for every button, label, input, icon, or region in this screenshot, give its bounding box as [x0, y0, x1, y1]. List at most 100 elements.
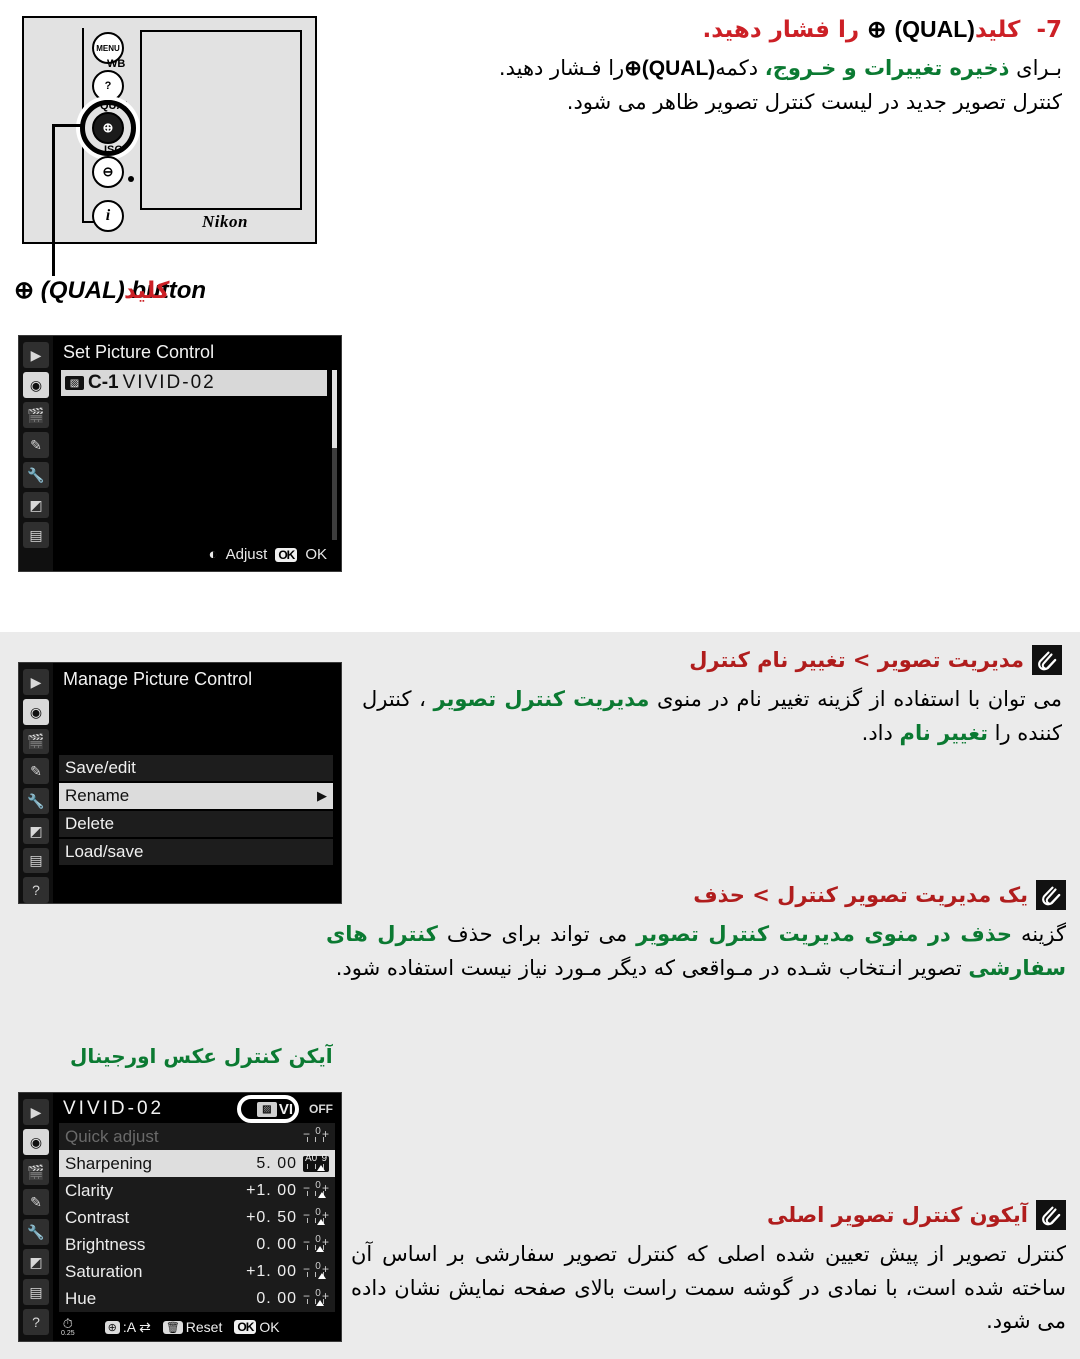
original-picture-control-highlight-ring	[237, 1095, 299, 1123]
slider-zero-label: 0	[315, 1233, 321, 1245]
setting-row-sharpening[interactable]: Sharpening 5. 00 A0 9	[59, 1150, 335, 1177]
note-rename-body: می توان با استفاده از گزینه تغییر نام در…	[362, 683, 1062, 750]
pencil-icon[interactable]: ✎	[23, 432, 49, 458]
manual-page: 7- کلید(QUAL) ⊕ را فشار دهید. بـرای ذخیر…	[0, 0, 1080, 1359]
menu-item-save-edit[interactable]: Save/edit	[59, 755, 333, 781]
menu-item-load-save[interactable]: Load/save	[59, 839, 333, 865]
playback-icon[interactable]: ▶	[23, 342, 49, 368]
note-rename: مدیریت تصویر > تغییر نام کنترل می توان ب…	[362, 645, 1062, 750]
note-rename-heading: مدیریت تصویر > تغییر نام کنترل	[689, 648, 1024, 672]
playback-icon[interactable]: ▶	[23, 669, 49, 695]
note-delete-heading: یک مدیریت تصویر کنترل > حذف	[693, 883, 1028, 907]
note-original-icon: آیکون کنترل تصویر اصلی کنترل تصویر از پی…	[351, 1200, 1066, 1339]
setting-row-saturation[interactable]: Saturation +1. 00 0 + −	[59, 1258, 335, 1285]
step-body-b: دکمه	[715, 56, 765, 80]
slider-marker-icon	[317, 1164, 326, 1171]
setting-slider-saturation[interactable]: 0 + −	[303, 1261, 329, 1280]
lcd-set-picture-control: ▶ ◉ 🎬 ✎ 🔧 ◩ ▤ Set Picture Control ▨ C-1 …	[18, 335, 342, 572]
zoom-out-button[interactable]: ⊖	[92, 156, 124, 188]
wrench-icon[interactable]: 🔧	[23, 462, 49, 488]
retouch-icon[interactable]: ◩	[23, 492, 49, 518]
movie-icon[interactable]: 🎬	[23, 1159, 49, 1185]
retouch-icon[interactable]: ◩	[23, 817, 49, 844]
setting-slider-hue[interactable]: 0 + −	[303, 1288, 329, 1307]
paperclip-icon	[1036, 1200, 1066, 1230]
timer-glyph: ⏱	[62, 1316, 73, 1331]
lcd3-menu-rail: ▶ ◉ 🎬 ✎ 🔧 ◩ ▤ ?	[19, 1093, 53, 1341]
movie-icon[interactable]: 🎬	[23, 402, 49, 428]
camera-icon[interactable]: ◉	[23, 372, 49, 398]
step-7-body-line1: بـرای ذخیره تغییرات و خـروج، دکمه(QUAL)⊕…	[372, 52, 1062, 86]
lcd1-footer: ◐ Adjust OK OK	[209, 546, 327, 563]
retouch-icon[interactable]: ◩	[23, 1249, 49, 1275]
grid-hint: ⊕ :A ⇄	[104, 1319, 151, 1336]
timer-icon: ⏱ 0.25	[61, 1317, 75, 1337]
setting-row-brightness[interactable]: Brightness 0. 00 0 + −	[59, 1231, 335, 1258]
note-delete-green-1: حذف در منوی مدیریت کنترل تصویر	[636, 922, 1013, 946]
setting-slider-contrast[interactable]: 0 + −	[303, 1206, 329, 1226]
lcd-manage-picture-control: ▶ ◉ 🎬 ✎ 🔧 ◩ ▤ ? Manage Picture Control S…	[18, 662, 342, 904]
ok-badge-icon: OK	[234, 1320, 257, 1334]
slider-minus-label: −	[303, 1180, 311, 1195]
menu-item-delete[interactable]: Delete	[59, 811, 333, 837]
help-icon[interactable]: ?	[23, 1309, 49, 1335]
step-body-qual: (QUAL)	[641, 57, 716, 80]
help-icon[interactable]: ?	[23, 877, 49, 903]
lcd1-scroll-thumb[interactable]	[332, 370, 337, 448]
menu-item-save-edit-label: Save/edit	[65, 758, 136, 777]
menu-item-delete-label: Delete	[65, 814, 115, 833]
paperclip-icon	[1036, 880, 1066, 910]
note-original-icon-body: کنترل تصویر از پیش تعیین شده اصلی که کنت…	[351, 1242, 1066, 1334]
slider-zero-label: 0	[315, 1206, 321, 1218]
menu-item-rename[interactable]: Rename ▶	[59, 783, 333, 809]
reset-hint[interactable]: 🗑 Reset	[162, 1319, 222, 1335]
wrench-icon[interactable]: 🔧	[23, 1219, 49, 1245]
step-body-c: را فـشار دهید.	[498, 56, 625, 80]
setting-slider-quick-adjust[interactable]: 0 + −	[303, 1126, 329, 1145]
slider-marker-icon	[316, 1245, 324, 1252]
trash-icon: 🗑	[162, 1320, 183, 1334]
setting-value-contrast: +0. 50	[246, 1208, 297, 1226]
callout-leader-vertical	[52, 124, 55, 276]
movie-icon[interactable]: 🎬	[23, 728, 49, 755]
nikon-logo: Nikon	[202, 212, 248, 231]
ok-hint[interactable]: OK OK	[234, 1319, 280, 1335]
note-rename-heading-row: مدیریت تصویر > تغییر نام کنترل	[362, 645, 1062, 675]
camera-icon[interactable]: ◉	[23, 1129, 49, 1155]
setting-row-hue[interactable]: Hue 0. 00 0 + −	[59, 1285, 335, 1312]
camera-icon[interactable]: ◉	[23, 698, 49, 725]
lcd3-footer: ⏱ 0.25 ⊕ :A ⇄ 🗑 Reset OK OK	[55, 1313, 341, 1341]
pencil-icon[interactable]: ✎	[23, 1189, 49, 1215]
menu-item-rename-label: Rename	[65, 786, 130, 805]
setting-name-sharpening: Sharpening	[65, 1153, 152, 1173]
setting-value-clarity: +1. 00	[246, 1181, 297, 1199]
magnify-plus-icon-footer: ⊕	[104, 1320, 120, 1334]
callout-leader-horizontal	[52, 124, 84, 127]
setting-name-clarity: Clarity	[65, 1180, 114, 1200]
setting-slider-sharpening[interactable]: A0 9	[303, 1153, 329, 1172]
original-picture-control-icon-label: آیکن کنترل عکس اورجینال	[70, 1044, 333, 1068]
step-7-body-line2: کنترل تصویر جدید در لیست کنترل تصویر ظاه…	[566, 89, 1062, 114]
setting-row-quick-adjust[interactable]: Quick adjust 0 + −	[59, 1123, 335, 1150]
setting-slider-clarity[interactable]: 0 + −	[303, 1180, 329, 1199]
slider-minus-label: −	[303, 1126, 311, 1141]
picture-control-item-c1[interactable]: ▨ C-1 VIVID-02	[61, 370, 327, 396]
slider-marker-icon	[316, 1299, 324, 1306]
note-delete-body-b: می تواند برای حذف	[437, 922, 637, 946]
chevron-right-icon: ▶	[317, 788, 327, 803]
mymenu-icon[interactable]: ▤	[23, 847, 49, 874]
wrench-icon[interactable]: 🔧	[23, 788, 49, 814]
mymenu-icon[interactable]: ▤	[23, 522, 49, 548]
setting-row-clarity[interactable]: Clarity +1. 00 0 + −	[59, 1177, 335, 1204]
setting-name-hue: Hue	[65, 1288, 97, 1308]
info-button[interactable]: i	[92, 200, 124, 232]
setting-slider-brightness[interactable]: 0 + −	[303, 1233, 329, 1253]
wb-button[interactable]: ?	[92, 70, 124, 102]
mymenu-icon[interactable]: ▤	[23, 1279, 49, 1305]
setting-row-contrast[interactable]: Contrast +0. 50 0 + −	[59, 1204, 335, 1231]
step-heading-paren-close: )	[894, 16, 903, 42]
playback-icon[interactable]: ▶	[23, 1099, 49, 1125]
note-original-icon-heading-row: آیکون کنترل تصویر اصلی	[351, 1200, 1066, 1230]
step-number: 7-	[1036, 17, 1062, 43]
pencil-icon[interactable]: ✎	[23, 758, 49, 784]
